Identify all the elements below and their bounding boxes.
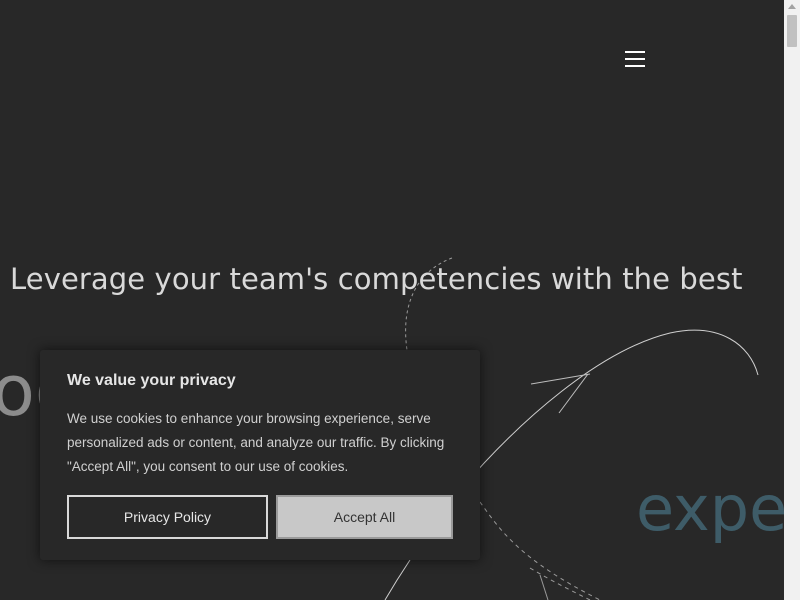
privacy-policy-button[interactable]: Privacy Policy — [67, 495, 268, 539]
vertical-scrollbar[interactable] — [784, 0, 800, 600]
hamburger-menu-button[interactable] — [622, 47, 648, 71]
scrollbar-thumb[interactable] — [787, 15, 797, 47]
page: Leverage your team's competencies with t… — [0, 0, 800, 600]
cookie-consent-dialog: We value your privacy We use cookies to … — [40, 350, 480, 560]
hero-headline: Leverage your team's competencies with t… — [10, 262, 743, 296]
hamburger-menu-icon — [625, 51, 645, 67]
hero-animated-word-expe: expe — [636, 472, 788, 545]
cookie-dialog-text: We use cookies to enhance your browsing … — [67, 411, 445, 474]
scroll-up-arrow-icon[interactable] — [788, 4, 796, 9]
accept-all-button[interactable]: Accept All — [276, 495, 453, 539]
cookie-dialog-title: We value your privacy — [67, 372, 236, 389]
